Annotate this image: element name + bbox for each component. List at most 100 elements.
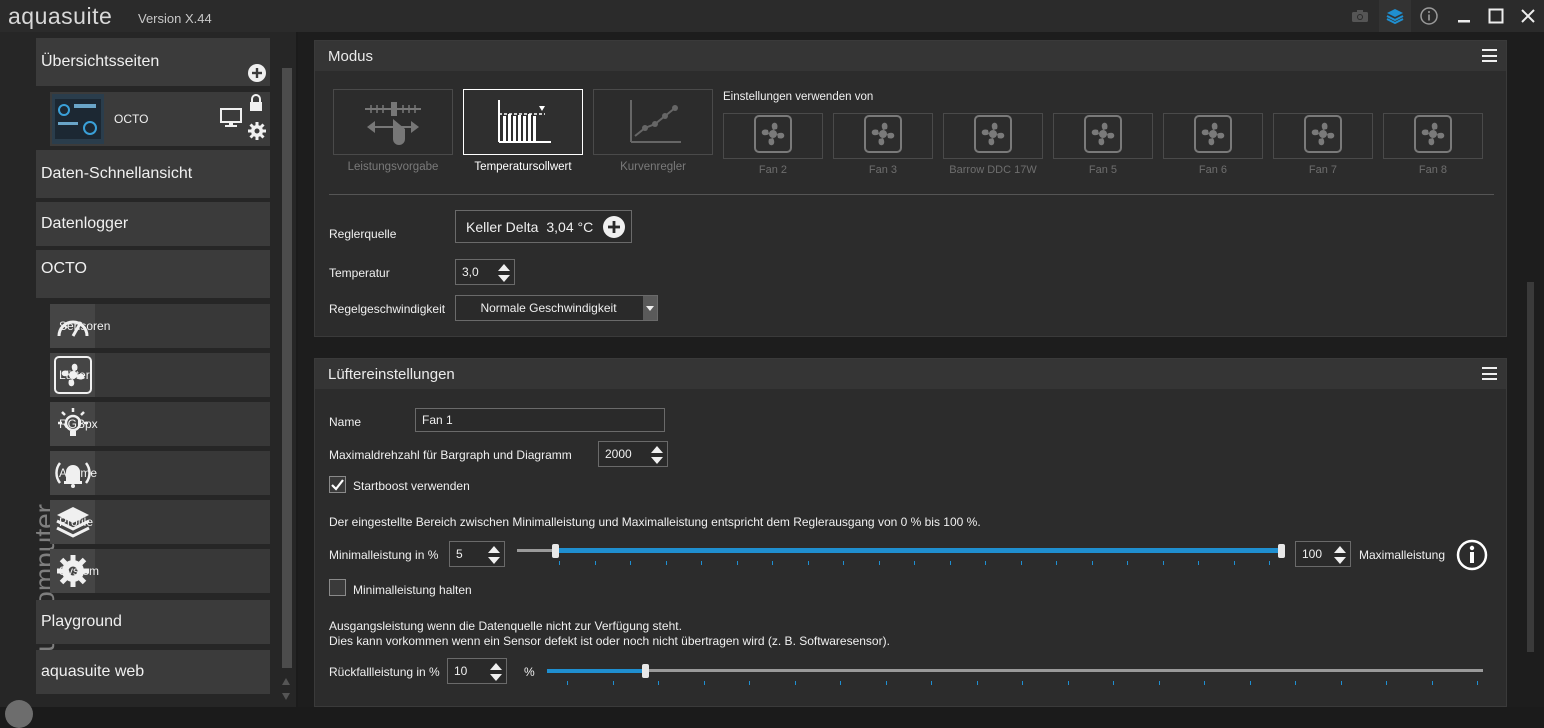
slider-tick bbox=[794, 681, 796, 685]
sidebar-item-datalogger[interactable]: Datenlogger bbox=[36, 202, 270, 246]
copy-settings-fan-tile[interactable] bbox=[1273, 113, 1373, 159]
maxrpm-value: 2000 bbox=[605, 447, 632, 461]
name-label: Name bbox=[329, 415, 362, 429]
slider-tick bbox=[612, 681, 614, 685]
slider-tick bbox=[772, 561, 773, 565]
source-selector[interactable]: Keller Delta 3,04 °C bbox=[455, 210, 632, 243]
layers-icon[interactable] bbox=[1379, 0, 1411, 32]
sidebar-item-label: System bbox=[59, 564, 100, 578]
sidebar-item-device[interactable]: OCTO bbox=[36, 250, 270, 298]
slider-tick bbox=[885, 681, 887, 685]
sidebar-item-profile[interactable]: Profile bbox=[50, 500, 270, 544]
fallback-slider[interactable] bbox=[547, 657, 1485, 687]
sidebar-item-overview[interactable]: Übersichtsseiten bbox=[36, 38, 270, 86]
info-icon[interactable] bbox=[1456, 539, 1488, 576]
chevron-down-icon[interactable] bbox=[643, 296, 657, 320]
sidebar-item-quickview[interactable]: Daten-Schnellansicht bbox=[36, 150, 270, 198]
sidebar-item-playground[interactable]: Playground bbox=[36, 600, 270, 644]
camera-icon[interactable] bbox=[1344, 0, 1376, 32]
slider-track-active bbox=[555, 548, 1281, 553]
stepper-arrows-icon[interactable] bbox=[489, 662, 503, 682]
slider-max-handle[interactable] bbox=[1278, 544, 1285, 558]
copy-settings-fan-label: Fan 6 bbox=[1198, 164, 1228, 176]
copy-settings-fan-tile[interactable] bbox=[723, 113, 823, 159]
panel-title: Lüftereinstellungen bbox=[328, 365, 455, 383]
fallback-label: Rückfallleistung in % bbox=[329, 665, 440, 679]
slider-tick bbox=[1127, 561, 1128, 565]
stepper-arrows-icon[interactable] bbox=[650, 445, 664, 465]
mode-leistungsvorgabe[interactable] bbox=[333, 89, 453, 155]
info-icon[interactable] bbox=[1413, 0, 1445, 32]
mode-kurvenregler[interactable] bbox=[593, 89, 713, 155]
monitor-icon[interactable] bbox=[220, 108, 242, 133]
fan-name-input[interactable]: Fan 1 bbox=[415, 408, 665, 432]
speed-dropdown[interactable]: Normale Geschwindigkeit bbox=[455, 295, 658, 321]
slider-handle[interactable] bbox=[642, 664, 650, 678]
stepper-arrows-icon[interactable] bbox=[1333, 545, 1347, 565]
menu-icon[interactable] bbox=[1482, 367, 1497, 380]
mode-label: Leistungsvorgabe bbox=[347, 161, 439, 173]
mode-temperatursollwert[interactable] bbox=[463, 89, 583, 155]
add-icon[interactable] bbox=[248, 64, 266, 87]
copy-settings-fan-tile[interactable] bbox=[1383, 113, 1483, 159]
stepper-arrows-icon[interactable] bbox=[487, 545, 501, 565]
min-power-value: 5 bbox=[456, 547, 463, 561]
main-scrollbar[interactable] bbox=[1527, 282, 1534, 652]
slider-tick bbox=[976, 681, 978, 685]
power-range-slider[interactable] bbox=[515, 539, 1287, 569]
fallback-stepper[interactable]: 10 bbox=[447, 658, 507, 684]
brand-logo-icon bbox=[5, 700, 33, 728]
temperature-value: 3,0 bbox=[462, 265, 479, 279]
divider bbox=[329, 194, 1494, 195]
gear-icon[interactable] bbox=[248, 122, 266, 145]
stepper-arrows-icon[interactable] bbox=[497, 263, 511, 283]
minimize-icon[interactable] bbox=[1448, 0, 1480, 32]
startboost-checkbox[interactable] bbox=[329, 476, 346, 493]
copy-settings-fan-tile[interactable] bbox=[1053, 113, 1153, 159]
device-tile-octo[interactable]: OCTO bbox=[50, 92, 270, 146]
slider-tick bbox=[567, 681, 568, 685]
maximize-icon[interactable] bbox=[1480, 0, 1512, 32]
maxrpm-stepper[interactable]: 2000 bbox=[598, 441, 668, 467]
fallback-note: Dies kann vorkommen wenn ein Sensor defe… bbox=[329, 634, 890, 648]
slider-tick bbox=[878, 561, 880, 565]
copy-settings-fan-tile[interactable] bbox=[943, 113, 1043, 159]
copy-settings-fan-tile[interactable] bbox=[1163, 113, 1263, 159]
startboost-label: Startboost verwenden bbox=[353, 479, 470, 493]
slider-tick bbox=[807, 561, 809, 565]
sidebar-item-sensoren[interactable]: Sensoren bbox=[50, 304, 270, 348]
slider-tick bbox=[559, 561, 560, 565]
slider-min-handle[interactable] bbox=[552, 544, 560, 558]
min-power-stepper[interactable]: 5 bbox=[449, 541, 505, 567]
mode-label: Kurvenregler bbox=[620, 161, 686, 173]
slider-tick bbox=[1056, 561, 1057, 565]
add-source-icon[interactable] bbox=[603, 216, 625, 241]
close-icon[interactable] bbox=[1512, 0, 1544, 32]
sidebar-item-alarme[interactable]: Alarme bbox=[50, 451, 270, 495]
sidebar-item-web[interactable]: aquasuite web bbox=[36, 650, 270, 694]
bar-setpoint-icon bbox=[498, 100, 551, 143]
fan-icon bbox=[1194, 114, 1232, 158]
sidebar-item-rgbpx[interactable]: RGBpx bbox=[50, 402, 270, 446]
scroll-arrows-icon[interactable] bbox=[280, 675, 292, 708]
maxrpm-label: Maximaldrehzahl für Bargraph und Diagram… bbox=[329, 448, 572, 462]
hold-min-checkbox[interactable] bbox=[329, 579, 346, 596]
sidebar-scrollbar[interactable] bbox=[282, 68, 292, 668]
device-tile-label: OCTO bbox=[114, 112, 149, 126]
sidebar-item-system[interactable]: System bbox=[50, 549, 270, 593]
temperature-stepper[interactable]: 3,0 bbox=[455, 259, 515, 285]
copy-settings-fan-tile[interactable] bbox=[833, 113, 933, 159]
slider-tick bbox=[931, 681, 932, 685]
menu-icon[interactable] bbox=[1482, 49, 1497, 62]
fan-icon bbox=[864, 114, 902, 158]
sidebar-item-luefter[interactable]: Lüfter bbox=[50, 353, 270, 397]
lock-icon[interactable] bbox=[248, 94, 264, 117]
fallback-unit: % bbox=[524, 665, 535, 679]
sidebar-item-label: RGBpx bbox=[59, 417, 98, 431]
slider-tick bbox=[1386, 681, 1387, 685]
max-power-stepper[interactable]: 100 bbox=[1295, 541, 1351, 567]
settings-from-label: Einstellungen verwenden von bbox=[723, 91, 874, 103]
slider-tick bbox=[1233, 561, 1235, 565]
slider-track-inactive bbox=[517, 549, 556, 552]
fallback-note: Ausgangsleistung wenn die Datenquelle ni… bbox=[329, 619, 682, 633]
